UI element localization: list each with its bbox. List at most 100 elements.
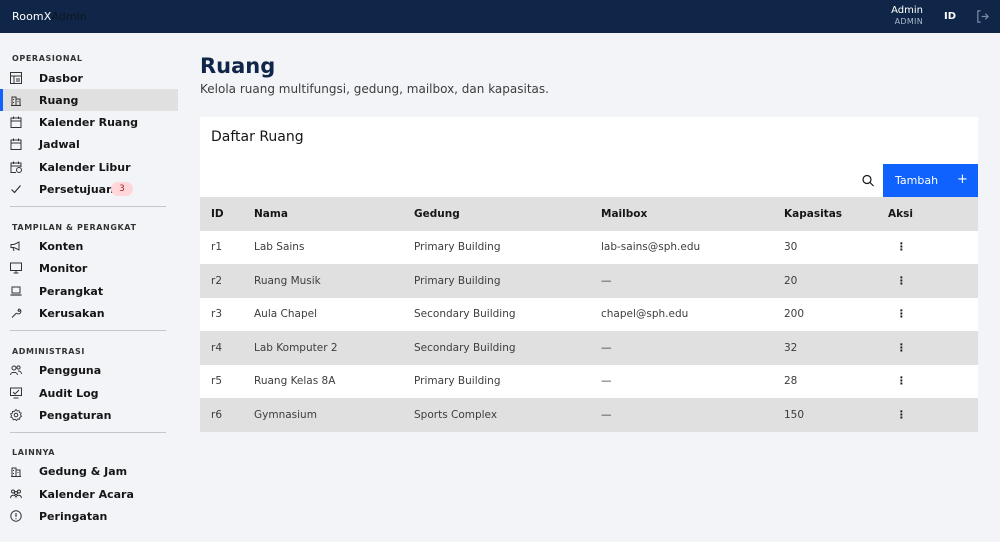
sidebar-item-label: Peringatan	[39, 510, 108, 523]
section-title-operasional: OPERASIONAL	[12, 54, 83, 63]
sidebar-item-label: Kerusakan	[39, 307, 105, 320]
cell-gedung: Sports Complex	[414, 408, 498, 421]
cell-nama: Lab Komputer 2	[254, 341, 338, 354]
gear-icon	[10, 409, 22, 421]
table-search-button[interactable]	[855, 164, 883, 197]
table-row[interactable]: r4 Lab Komputer 2 Secondary Building — 3…	[200, 331, 978, 365]
cell-gedung: Primary Building	[414, 274, 501, 287]
table-row[interactable]: r2 Ruang Musik Primary Building — 20 ⋮	[200, 264, 978, 298]
cell-aksi: ⋮	[888, 298, 978, 332]
sidebar-item-label: Konten	[39, 240, 84, 253]
events-icon	[10, 489, 22, 499]
cell-aksi: ⋮	[888, 331, 978, 365]
sidebar-item-kalender-libur[interactable]: Kalender Libur	[0, 156, 178, 178]
sidebar-item-ruang[interactable]: Ruang	[0, 89, 178, 111]
cell-id: r4	[211, 341, 222, 354]
sidebar-item-label: Jadwal	[39, 138, 80, 151]
wrench-icon	[11, 308, 22, 318]
cell-id: r3	[211, 308, 222, 321]
sidebar-item-pengaturan[interactable]: Pengaturan	[0, 404, 178, 426]
sidebar-item-label: Ruang	[39, 94, 79, 107]
sidebar: OPERASIONAL Dasbor Ruang Kalender Ruang …	[0, 33, 178, 542]
row-actions-menu-icon[interactable]: ⋮	[896, 275, 907, 287]
logout-icon[interactable]	[975, 9, 990, 24]
table-row[interactable]: r6 Gymnasium Sports Complex — 150 ⋮	[200, 398, 978, 432]
sidebar-item-jadwal[interactable]: Jadwal	[0, 133, 178, 155]
sidebar-divider	[10, 206, 166, 207]
cell-gedung: Secondary Building	[414, 308, 516, 321]
building-icon	[11, 467, 21, 477]
sidebar-item-pengguna[interactable]: Pengguna	[0, 359, 178, 381]
user-name: Admin	[891, 5, 923, 16]
checkmark-icon	[11, 185, 21, 194]
cell-kapasitas: 30	[784, 241, 798, 254]
row-actions-menu-icon[interactable]: ⋮	[896, 308, 907, 320]
sidebar-item-label: Kalender Ruang	[39, 116, 139, 129]
calendar-icon	[10, 116, 22, 128]
row-actions-menu-icon[interactable]: ⋮	[896, 342, 907, 354]
laptop-icon	[10, 286, 22, 296]
user-menu[interactable]: Admin ADMIN	[891, 6, 923, 26]
column-header-nama[interactable]: Nama	[254, 197, 414, 231]
table-row[interactable]: r1 Lab Sains Primary Building lab-sains@…	[200, 231, 978, 265]
sidebar-item-perangkat[interactable]: Perangkat	[0, 280, 178, 302]
sidebar-item-monitor[interactable]: Monitor	[0, 257, 178, 279]
card-title: Daftar Ruang	[211, 129, 304, 145]
cell-kapasitas: 20	[784, 274, 798, 287]
sidebar-item-label: Kalender Libur	[39, 161, 131, 174]
cell-aksi: ⋮	[888, 231, 978, 265]
top-bar: RoomXAdmin Admin ADMIN ID	[0, 0, 1000, 33]
cell-nama: Ruang Kelas 8A	[254, 375, 336, 388]
sidebar-item-peringatan[interactable]: Peringatan	[0, 505, 178, 527]
calendar-clock-icon	[10, 161, 22, 173]
cell-nama: Ruang Musik	[254, 274, 321, 287]
cell-kapasitas: 32	[784, 341, 798, 354]
sidebar-item-kalender-acara[interactable]: Kalender Acara	[0, 483, 178, 505]
cell-id: r2	[211, 274, 222, 287]
cell-mailbox: chapel@sph.edu	[601, 308, 689, 321]
column-header-mailbox[interactable]: Mailbox	[601, 197, 784, 231]
cell-gedung: Primary Building	[414, 241, 501, 254]
row-actions-menu-icon[interactable]: ⋮	[896, 409, 907, 421]
table-row[interactable]: r3 Aula Chapel Secondary Building chapel…	[200, 298, 978, 332]
section-title-lainnya: LAINNYA	[12, 448, 56, 457]
sidebar-item-label: Pengaturan	[39, 409, 112, 422]
sidebar-item-audit-log[interactable]: Audit Log	[0, 382, 178, 404]
sidebar-item-dasbor[interactable]: Dasbor	[0, 67, 178, 89]
sidebar-item-kalender-ruang[interactable]: Kalender Ruang	[0, 111, 178, 133]
cell-gedung: Secondary Building	[414, 341, 516, 354]
sidebar-item-label: Kalender Acara	[39, 488, 134, 501]
add-button-label: Tambah	[895, 174, 939, 187]
sidebar-divider	[10, 432, 166, 433]
sidebar-item-kerusakan[interactable]: Kerusakan	[0, 302, 178, 324]
table-row[interactable]: r5 Ruang Kelas 8A Primary Building — 28 …	[200, 365, 978, 399]
page-subtitle: Kelola ruang multifungsi, gedung, mailbo…	[200, 82, 549, 96]
add-icon: +	[957, 172, 968, 187]
sidebar-item-label: Gedung & Jam	[39, 465, 128, 478]
row-actions-menu-icon[interactable]: ⋮	[896, 375, 907, 387]
language-switch[interactable]: ID	[944, 11, 956, 22]
cell-gedung: Primary Building	[414, 375, 501, 388]
sidebar-item-label: Dasbor	[39, 72, 83, 85]
row-actions-menu-icon[interactable]: ⋮	[896, 241, 907, 253]
add-room-button[interactable]: Tambah +	[883, 164, 978, 197]
warning-icon	[10, 510, 22, 522]
column-header-aksi: Aksi	[888, 207, 913, 220]
brand-logo[interactable]: RoomXAdmin	[12, 10, 87, 23]
cell-aksi: ⋮	[888, 365, 978, 399]
column-header-gedung[interactable]: Gedung	[414, 197, 601, 231]
table-header-row: ID Nama Gedung Mailbox Kapasitas Aksi	[200, 197, 978, 231]
column-header-id[interactable]: ID	[200, 197, 254, 231]
sidebar-item-persetujuan[interactable]: Persetujuan 3	[0, 178, 178, 200]
dashboard-icon	[10, 72, 22, 84]
sidebar-item-konten[interactable]: Konten	[0, 235, 178, 257]
calendar-icon	[10, 138, 22, 150]
search-icon	[862, 174, 874, 187]
sidebar-item-label: Monitor	[39, 262, 88, 275]
section-title-tampilan-perangkat: TAMPILAN & PERANGKAT	[12, 223, 137, 232]
cell-mailbox: —	[601, 274, 612, 287]
sidebar-item-label: Persetujuan	[39, 183, 114, 196]
sidebar-item-label: Audit Log	[39, 387, 99, 400]
sidebar-item-gedung-jam[interactable]: Gedung & Jam	[0, 460, 178, 482]
column-header-kapasitas[interactable]: Kapasitas	[784, 197, 888, 231]
